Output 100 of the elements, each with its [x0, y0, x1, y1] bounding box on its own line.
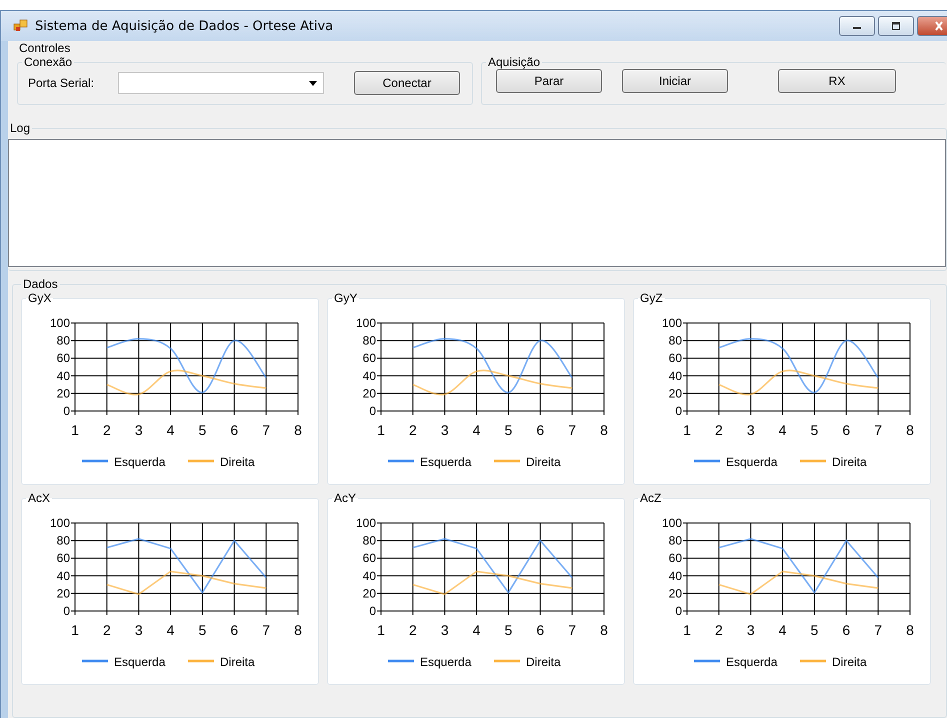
legend-label: Direita	[832, 455, 867, 469]
y-tick-label: 100	[662, 516, 682, 530]
x-tick-label: 5	[810, 622, 818, 638]
x-tick-label: 3	[440, 422, 449, 438]
group-title: Conexão	[23, 55, 74, 69]
x-tick-label: 3	[746, 622, 755, 638]
y-tick-label: 20	[56, 586, 70, 600]
y-tick-label: 80	[362, 534, 376, 548]
chart-title: AcY	[333, 491, 358, 505]
y-tick-label: 20	[668, 586, 682, 600]
x-tick-label: 1	[683, 622, 691, 638]
y-tick-label: 80	[56, 534, 70, 548]
x-tick-label: 4	[778, 422, 786, 438]
x-tick-label: 3	[440, 622, 449, 638]
x-tick-label: 8	[906, 622, 914, 638]
group-title: Aquisição	[487, 55, 542, 69]
legend-label: Esquerda	[114, 655, 166, 669]
group-title: Dados	[22, 277, 59, 291]
x-tick-label: 7	[262, 622, 270, 638]
restore-icon	[890, 21, 902, 31]
legend-swatch	[388, 660, 414, 662]
x-tick-label: 5	[810, 422, 818, 438]
acquisition-button[interactable]: RX	[778, 69, 896, 93]
maximize-button[interactable]	[878, 16, 914, 36]
y-tick-label: 20	[56, 386, 70, 400]
x-tick-label: 5	[504, 622, 512, 638]
x-tick-label: 7	[874, 422, 882, 438]
y-tick-label: 80	[56, 334, 70, 348]
x-tick-label: 3	[134, 422, 143, 438]
x-tick-label: 4	[472, 622, 480, 638]
y-tick-label: 0	[369, 604, 376, 618]
y-tick-label: 40	[362, 568, 376, 583]
group-title: Controles	[18, 41, 72, 55]
legend-label: Esquerda	[726, 455, 778, 469]
x-tick-label: 3	[746, 422, 755, 438]
y-tick-label: 100	[50, 516, 70, 530]
x-tick-label: 7	[568, 422, 576, 438]
y-tick-label: 100	[356, 516, 376, 530]
x-tick-label: 8	[600, 422, 608, 438]
y-tick-label: 20	[362, 386, 376, 400]
connect-button[interactable]: Conectar	[354, 71, 460, 95]
x-tick-label: 6	[230, 622, 238, 638]
port-label: Porta Serial:	[28, 76, 96, 90]
y-tick-label: 0	[675, 404, 682, 418]
x-tick-label: 3	[134, 622, 143, 638]
legend-label: Esquerda	[420, 655, 472, 669]
y-tick-label: 0	[63, 404, 70, 418]
minimize-button[interactable]	[839, 16, 875, 36]
chart-title: GyY	[333, 291, 358, 305]
x-tick-label: 4	[166, 622, 174, 638]
x-tick-label: 4	[778, 622, 786, 638]
y-tick-label: 0	[369, 404, 376, 418]
app-icon	[13, 18, 29, 34]
legend-label: Esquerda	[726, 655, 778, 669]
x-tick-label: 6	[842, 622, 850, 638]
x-tick-label: 6	[536, 622, 544, 638]
legend-label: Direita	[526, 455, 561, 469]
x-tick-label: 1	[71, 422, 79, 438]
acquisition-button[interactable]: Parar	[496, 69, 602, 93]
y-tick-label: 40	[668, 368, 682, 383]
y-tick-label: 60	[668, 351, 682, 366]
y-tick-label: 40	[56, 568, 70, 583]
y-tick-label: 40	[668, 568, 682, 583]
legend-swatch	[800, 460, 826, 462]
y-tick-label: 80	[668, 534, 682, 548]
legend-swatch	[694, 460, 720, 462]
x-tick-label: 1	[71, 622, 79, 638]
legend-swatch	[800, 660, 826, 662]
caret-icon	[309, 80, 317, 86]
y-tick-label: 60	[56, 551, 70, 566]
legend-swatch	[388, 460, 414, 462]
y-tick-label: 100	[356, 316, 376, 330]
legend-label: Direita	[832, 655, 867, 669]
legend-swatch	[82, 660, 108, 662]
x-tick-label: 8	[294, 422, 302, 438]
y-tick-label: 0	[63, 604, 70, 618]
x-tick-label: 1	[377, 422, 385, 438]
x-tick-label: 7	[262, 422, 270, 438]
x-tick-label: 6	[230, 422, 238, 438]
y-tick-label: 0	[675, 604, 682, 618]
x-tick-label: 2	[408, 422, 417, 438]
x-tick-label: 1	[683, 422, 691, 438]
legend-swatch	[494, 460, 520, 462]
x-tick-label: 5	[504, 422, 512, 438]
x-tick-label: 2	[102, 422, 111, 438]
chart-title: GyX	[27, 291, 52, 305]
acquisition-button[interactable]: Iniciar	[622, 69, 728, 93]
close-icon	[933, 21, 945, 31]
y-tick-label: 40	[56, 368, 70, 383]
x-tick-label: 8	[294, 622, 302, 638]
chart-title: GyZ	[639, 291, 664, 305]
legend-swatch	[188, 660, 214, 662]
x-tick-label: 5	[198, 622, 206, 638]
window-title: Sistema de Aquisição de Dados - Ortese Ativa	[35, 18, 334, 34]
x-tick-label: 7	[874, 622, 882, 638]
y-tick-label: 60	[56, 351, 70, 366]
legend-label: Direita	[526, 655, 561, 669]
x-tick-label: 2	[408, 622, 417, 638]
y-tick-label: 40	[362, 368, 376, 383]
x-tick-label: 8	[906, 422, 914, 438]
